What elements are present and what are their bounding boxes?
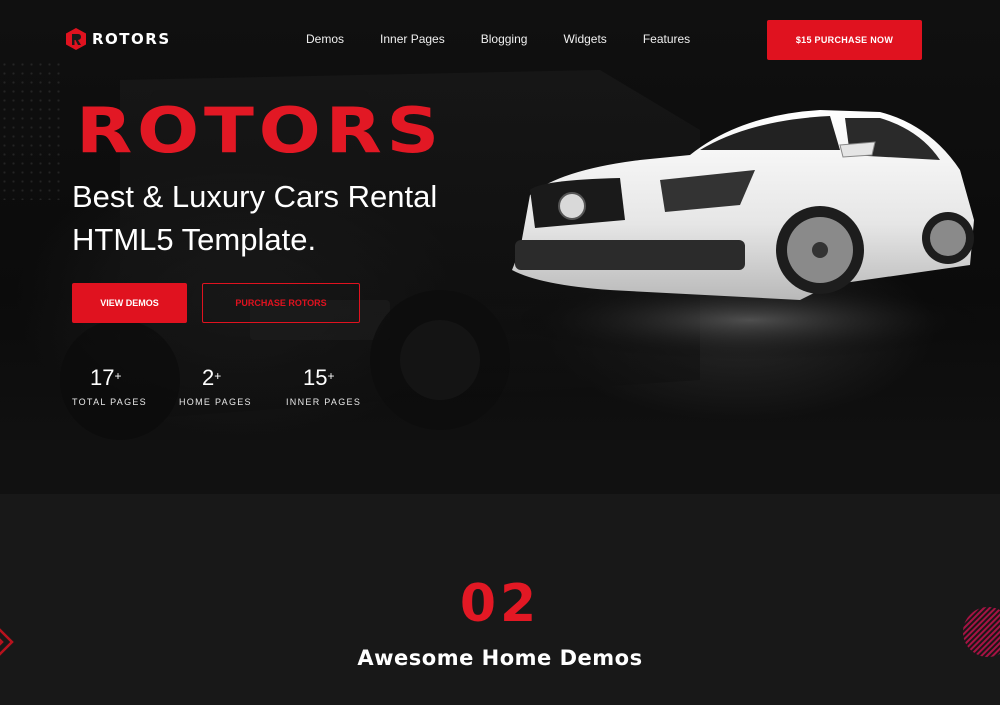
nav-item-inner-pages[interactable]: Inner Pages [380, 32, 445, 46]
stats-row: 17+ TOTAL PAGES 2+ HOME PAGES 15+ INNER … [72, 365, 393, 407]
logo[interactable]: ROTORS [66, 28, 171, 50]
striped-circle-decoration [963, 607, 1000, 657]
logo-text: ROTORS [92, 30, 171, 48]
stat-label: TOTAL PAGES [72, 397, 147, 407]
white-car-image [510, 110, 980, 360]
purchase-rotors-button[interactable]: PURCHASE ROTORS [202, 283, 360, 323]
nav-item-features[interactable]: Features [643, 32, 690, 46]
hero-section: ROTORS Demos Inner Pages Blogging Widget… [0, 0, 1000, 494]
main-nav: Demos Inner Pages Blogging Widgets Featu… [306, 32, 726, 46]
nav-item-demos[interactable]: Demos [306, 32, 344, 46]
stat-value: 17 [90, 365, 115, 390]
navbar: ROTORS Demos Inner Pages Blogging Widget… [0, 0, 1000, 80]
stat-total-pages: 17+ TOTAL PAGES [72, 365, 179, 407]
section-title: Awesome Home Demos [357, 646, 643, 670]
stat-inner-pages: 15+ INNER PAGES [286, 365, 393, 407]
stat-home-pages: 2+ HOME PAGES [179, 365, 286, 407]
section-number: 02 [459, 574, 541, 634]
hero-headline: Best & Luxury Cars Rental HTML5 Template… [72, 179, 438, 257]
stat-suffix: + [114, 369, 122, 383]
stat-suffix: + [327, 369, 335, 383]
home-demos-section: 02 Awesome Home Demos [0, 494, 1000, 705]
stat-suffix: + [214, 369, 222, 383]
dot-pattern [0, 60, 60, 200]
hero-brand-title: ROTORS [76, 94, 444, 167]
nav-item-blogging[interactable]: Blogging [481, 32, 528, 46]
stat-label: INNER PAGES [286, 397, 362, 407]
stat-value: 15 [303, 365, 328, 390]
view-demos-button[interactable]: VIEW DEMOS [72, 283, 187, 323]
stat-label: HOME PAGES [179, 397, 252, 407]
purchase-now-button[interactable]: $15 PURCHASE NOW [767, 20, 922, 60]
rotors-logo-icon [66, 28, 86, 50]
nav-item-widgets[interactable]: Widgets [563, 32, 606, 46]
stat-value: 2 [202, 365, 215, 390]
